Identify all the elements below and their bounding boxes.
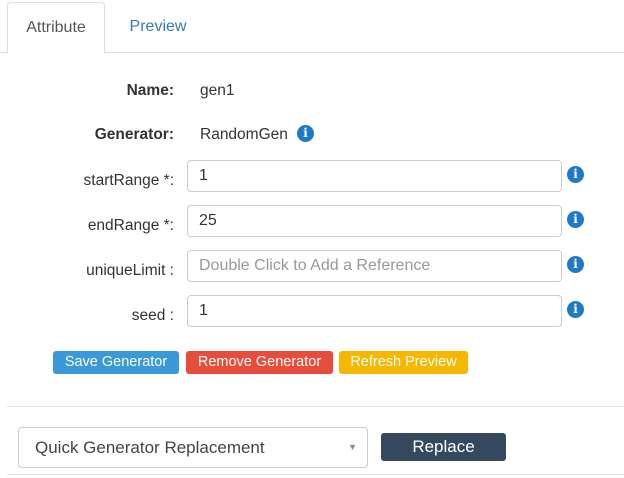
- unique-limit-input[interactable]: [187, 250, 562, 282]
- save-generator-button[interactable]: Save Generator: [53, 351, 179, 374]
- start-range-input[interactable]: [187, 160, 562, 192]
- name-value: gen1: [200, 82, 235, 99]
- tab-preview[interactable]: Preview: [114, 2, 202, 54]
- unique-limit-label: uniqueLimit :: [86, 262, 174, 279]
- seed-info-icon[interactable]: i: [567, 301, 584, 318]
- start-range-info-icon[interactable]: i: [567, 166, 584, 183]
- tab-bar: Attribute Preview: [0, 0, 624, 54]
- tab-attribute[interactable]: Attribute: [7, 2, 105, 54]
- unique-limit-info-icon[interactable]: i: [567, 256, 584, 273]
- start-range-label: startRange *:: [83, 172, 174, 189]
- divider: [7, 406, 624, 407]
- generator-value: RandomGen: [200, 126, 288, 143]
- quick-generator-replacement-select[interactable]: Quick Generator Replacement ▼: [18, 427, 368, 468]
- bottom-divider: [7, 474, 624, 475]
- seed-input[interactable]: [187, 295, 562, 327]
- end-range-info-icon[interactable]: i: [567, 211, 584, 228]
- seed-label: seed :: [131, 307, 174, 324]
- end-range-label: endRange *:: [87, 217, 174, 234]
- select-value: Quick Generator Replacement: [35, 438, 265, 457]
- remove-generator-button[interactable]: Remove Generator: [186, 351, 333, 374]
- generator-info-icon[interactable]: i: [297, 125, 314, 142]
- refresh-preview-button[interactable]: Refresh Preview: [339, 351, 468, 374]
- caret-down-icon: ▼: [348, 442, 357, 452]
- name-label: Name:: [126, 82, 174, 99]
- end-range-input[interactable]: [187, 205, 562, 237]
- replace-button[interactable]: Replace: [381, 433, 506, 461]
- generator-label: Generator:: [94, 126, 174, 143]
